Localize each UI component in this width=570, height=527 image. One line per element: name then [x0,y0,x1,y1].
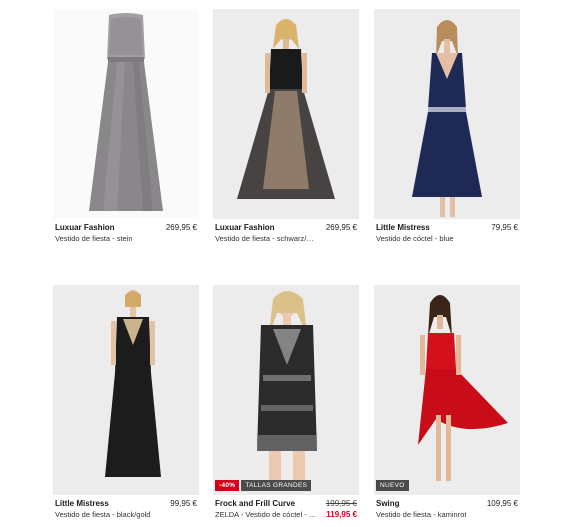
product-brand[interactable]: Little Mistress [55,499,109,508]
product-image[interactable]: NUEVO [374,285,520,495]
discount-badge: -40% [215,480,240,491]
product-image[interactable] [374,9,520,219]
product-price: 99,95 € [170,499,197,508]
grey-gown-photo [53,9,199,219]
product-sale-price: 119,95 € [326,510,357,519]
product-description[interactable]: Vestido de cóctel - blue [376,234,454,243]
product-brand[interactable]: Swing [376,499,400,508]
navy-cocktail-dress-photo [374,9,520,219]
product-description[interactable]: ZELDA - Vestido de cóctel - bl... [215,510,317,519]
product-card[interactable]: Little Mistress Vestido de fiesta - blac… [53,285,199,527]
product-card[interactable]: NUEVO Swing Vestido de fiesta - kaminrot… [374,285,520,527]
product-card[interactable]: -40% TALLAS GRANDES Frock and Frill Curv… [213,285,359,527]
product-card[interactable]: Little Mistress Vestido de cóctel - blue… [374,9,520,251]
plus-size-badge: TALLAS GRANDES [241,480,312,491]
product-price: 269,95 € [325,223,357,232]
product-price: 269,95 € [165,223,197,232]
product-grid: Luxuar Fashion Vestido de fiesta - stein… [0,0,570,520]
product-image[interactable] [53,285,199,495]
product-price: 79,95 € [491,223,518,232]
product-brand[interactable]: Frock and Frill Curve [215,499,295,508]
product-price: 109,95 € [486,499,518,508]
product-original-price: 199,95 € [325,499,357,508]
product-image[interactable] [53,9,199,219]
black-gold-gown-photo [53,285,199,495]
product-brand[interactable]: Little Mistress [376,223,430,232]
product-description[interactable]: Vestido de fiesta - kaminrot [376,510,466,519]
product-description[interactable]: Vestido de fiesta - stein [55,234,133,243]
product-card[interactable]: Luxuar Fashion Vestido de fiesta - schwa… [213,9,359,251]
product-image[interactable] [213,9,359,219]
red-chiffon-dress-photo [374,285,520,495]
product-brand[interactable]: Luxuar Fashion [55,223,115,232]
product-badges: -40% TALLAS GRANDES [215,480,312,491]
black-tulle-gown-photo [213,9,359,219]
new-badge: NUEVO [376,480,409,491]
product-description[interactable]: Vestido de fiesta - schwarz/nude [215,234,317,243]
product-badges: NUEVO [376,480,409,491]
product-brand[interactable]: Luxuar Fashion [215,223,275,232]
beaded-black-dress-photo [213,285,359,495]
product-image[interactable]: -40% TALLAS GRANDES [213,285,359,495]
product-card[interactable]: Luxuar Fashion Vestido de fiesta - stein… [53,9,199,251]
product-description[interactable]: Vestido de fiesta - black/gold [55,510,150,519]
